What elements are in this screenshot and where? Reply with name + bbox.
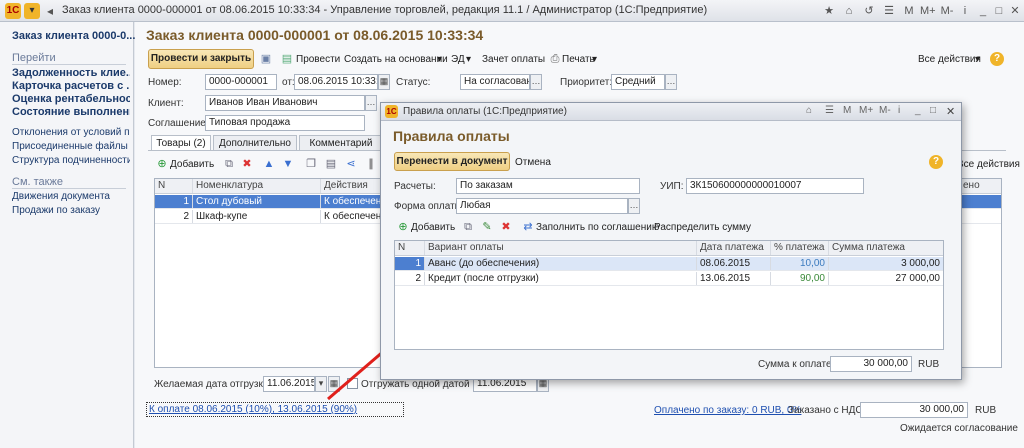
payment-form-select-button[interactable]: … — [628, 198, 640, 214]
row-number: 2 — [395, 272, 425, 285]
minimize-button[interactable]: _ — [915, 105, 921, 116]
uip-label: УИП: — [660, 181, 684, 192]
payment-sum: 27 000,00 — [895, 273, 941, 284]
uip-field[interactable]: 3К150600000000010007 — [686, 178, 864, 194]
payment-form-field[interactable]: Любая — [456, 198, 628, 214]
dialog-title: Правила оплаты — [393, 128, 510, 144]
calc-label: Расчеты: — [394, 181, 436, 192]
fill-icon[interactable]: ⇄ — [521, 220, 535, 234]
column-header-variant[interactable]: Вариант оплаты — [425, 241, 697, 255]
cancel-button[interactable]: Отмена — [515, 157, 551, 168]
payment-percent: 90,00 — [771, 272, 829, 285]
mminus-icon[interactable]: M- — [879, 105, 891, 116]
dialog-titlebar: 1С Правила оплаты (1С:Предприятие) ⌂ ☰ M… — [381, 103, 961, 121]
maximize-button[interactable]: □ — [930, 105, 936, 116]
m-icon[interactable]: M — [843, 105, 851, 116]
fill-by-agreement-button[interactable]: Заполнить по соглашению — [536, 222, 659, 233]
column-header-date[interactable]: Дата платежа — [697, 241, 771, 255]
notes-icon[interactable]: ☰ — [825, 105, 834, 116]
add-icon[interactable]: ⊕ — [396, 220, 410, 234]
payment-percent: 10,00 — [771, 257, 829, 270]
column-header-percent[interactable]: % платежа — [771, 241, 829, 255]
row-number: 1 — [395, 257, 425, 270]
transfer-to-document-button[interactable]: Перенести в документ — [394, 152, 510, 171]
distribute-sum-button[interactable]: Распределить сумму — [654, 222, 751, 233]
payment-sum: 3 000,00 — [901, 258, 940, 269]
payment-date: 08.06.2015 — [697, 257, 771, 270]
payment-table-header: N Вариант оплаты Дата платежа % платежа … — [395, 241, 943, 256]
close-button[interactable]: ✕ — [946, 105, 955, 118]
payment-variants-table[interactable]: N Вариант оплаты Дата платежа % платежа … — [394, 240, 944, 350]
column-header-sum[interactable]: Сумма платежа — [829, 241, 943, 255]
home-icon[interactable]: ⌂ — [806, 105, 812, 116]
table-row[interactable]: 2 Кредит (после отгрузки) 13.06.2015 90,… — [395, 272, 943, 286]
help-icon[interactable]: ? — [929, 155, 943, 169]
column-header-n[interactable]: N — [395, 241, 425, 255]
sum-to-pay-field: 30 000,00 — [830, 356, 912, 372]
sum-to-pay-label: Сумма к оплате: — [758, 359, 835, 370]
mplus-icon[interactable]: M+ — [859, 105, 873, 116]
copy-icon[interactable]: ⧉ — [461, 220, 475, 234]
dialog-window-title: Правила оплаты (1С:Предприятие) — [403, 106, 567, 117]
info-icon[interactable]: i — [898, 105, 900, 116]
calc-field[interactable]: По заказам — [456, 178, 640, 194]
payment-variant: Кредит (после отгрузки) — [425, 272, 697, 285]
table-row[interactable]: 1 Аванс (до обеспечения) 08.06.2015 10,0… — [395, 257, 943, 271]
delete-icon[interactable]: ✖ — [499, 220, 513, 234]
payment-variant: Аванс (до обеспечения) — [425, 257, 697, 270]
payment-date: 13.06.2015 — [697, 272, 771, 285]
sum-currency: RUB — [918, 359, 940, 370]
app-logo-icon: 1С — [385, 105, 398, 118]
edit-icon[interactable]: ✎ — [480, 220, 494, 234]
dialog-add-button[interactable]: Добавить — [411, 222, 455, 233]
payment-rules-dialog: 1С Правила оплаты (1С:Предприятие) ⌂ ☰ M… — [380, 102, 962, 380]
payment-form-label: Форма оплаты: — [394, 201, 465, 212]
